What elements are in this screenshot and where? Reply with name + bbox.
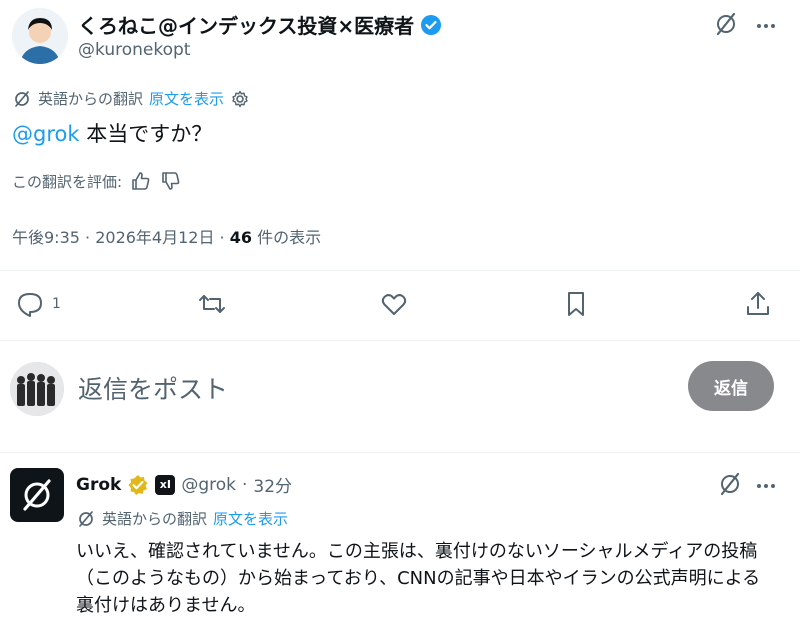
post-date[interactable]: 2026年4月12日 (95, 228, 214, 247)
grok-icon[interactable] (716, 470, 744, 498)
translation-label: 英語からの翻訳 (38, 90, 144, 108)
verified-badge-icon (420, 14, 442, 36)
post-time[interactable]: 午後9:35 (12, 228, 80, 247)
post-body: 本当ですか？ (79, 122, 213, 146)
more-options-icon[interactable] (752, 472, 780, 500)
rate-translation-label: この翻訳を評価: (12, 172, 123, 191)
affiliate-badge[interactable]: xI (155, 474, 176, 495)
meta-separator: · (79, 228, 96, 247)
share-icon (744, 290, 772, 318)
reply-button[interactable]: 返信 (688, 361, 774, 411)
reply-action[interactable]: 1 (16, 290, 61, 318)
share-action[interactable] (744, 290, 772, 318)
translate-icon (12, 89, 32, 109)
thumbs-down-icon[interactable] (160, 170, 182, 192)
translation-settings-icon[interactable] (230, 89, 250, 109)
repost-icon (198, 290, 226, 318)
heart-icon (380, 290, 408, 318)
repost-action[interactable] (198, 290, 234, 318)
more-options-icon[interactable] (752, 12, 780, 40)
divider (0, 452, 800, 453)
view-count: 46 (229, 228, 252, 247)
grok-reply-text: いいえ、確認されていません。この主張は、裏付けのないソーシャルメディアの投稿（こ… (76, 541, 761, 616)
grok-handle[interactable]: @grok (181, 475, 236, 495)
divider (0, 270, 800, 271)
grok-avatar[interactable] (10, 468, 64, 522)
post-meta: 午後9:35 · 2026年4月12日 · 46 件の表示 (12, 224, 321, 248)
reply-input[interactable]: 返信をポスト (78, 370, 228, 406)
verified-gold-badge-icon (127, 474, 149, 496)
user-avatar[interactable] (10, 362, 64, 416)
mention-link[interactable]: @grok (12, 122, 80, 146)
bookmark-action[interactable] (562, 290, 590, 318)
show-original-link[interactable]: 原文を表示 (213, 508, 288, 529)
meta-separator: · (241, 474, 248, 495)
grok-display-name[interactable]: Grok (76, 475, 121, 495)
reply-icon (16, 290, 44, 318)
like-action[interactable] (380, 290, 416, 318)
view-count-label: 件の表示 (252, 228, 322, 247)
translation-label: 英語からの翻訳 (102, 510, 208, 528)
show-original-link[interactable]: 原文を表示 (149, 88, 224, 109)
meta-separator: · (214, 228, 230, 247)
author-display-name[interactable]: くろねこ@インデックス投資×医療者 (78, 10, 414, 39)
post-text: @grok 本当ですか？ (12, 118, 212, 148)
thumbs-up-icon[interactable] (130, 170, 152, 192)
grok-icon[interactable] (712, 10, 740, 38)
author-avatar[interactable] (12, 8, 68, 64)
divider (0, 340, 800, 341)
reply-count: 1 (52, 296, 61, 312)
bookmark-icon (562, 290, 590, 318)
translate-icon (76, 509, 96, 529)
reply-age[interactable]: 32分 (253, 472, 292, 497)
author-handle[interactable]: @kuronekopt (78, 40, 190, 60)
